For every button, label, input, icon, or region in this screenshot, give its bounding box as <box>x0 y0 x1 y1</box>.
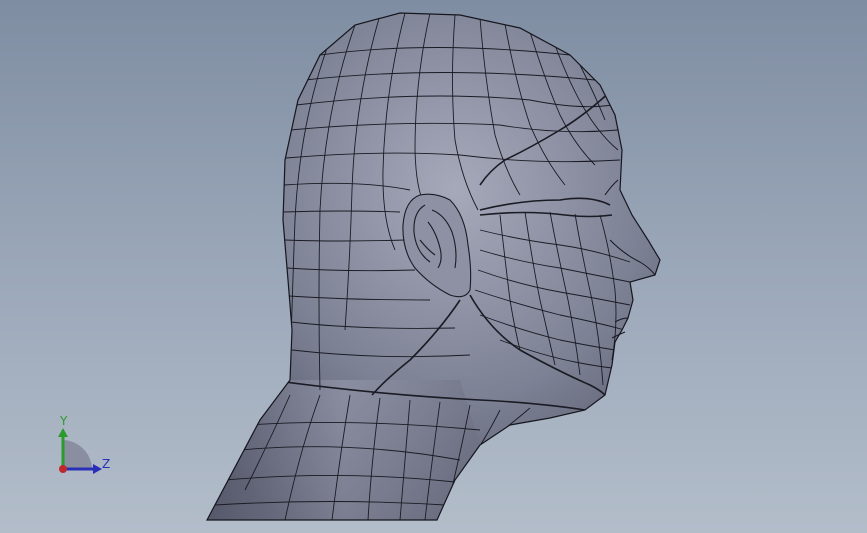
z-axis-label: Z <box>102 457 111 471</box>
head-model-render[interactable] <box>0 0 867 533</box>
graphics-viewport[interactable]: Y Z <box>0 0 867 533</box>
coordinate-triad: Y Z <box>50 412 120 482</box>
x-axis-origin-icon <box>59 465 67 473</box>
y-axis-label: Y <box>60 414 68 428</box>
z-axis-arrow-icon <box>93 464 102 474</box>
y-axis-arrow-icon <box>58 428 68 437</box>
neck-surface <box>207 380 480 520</box>
triad-plane-icon <box>63 440 92 469</box>
